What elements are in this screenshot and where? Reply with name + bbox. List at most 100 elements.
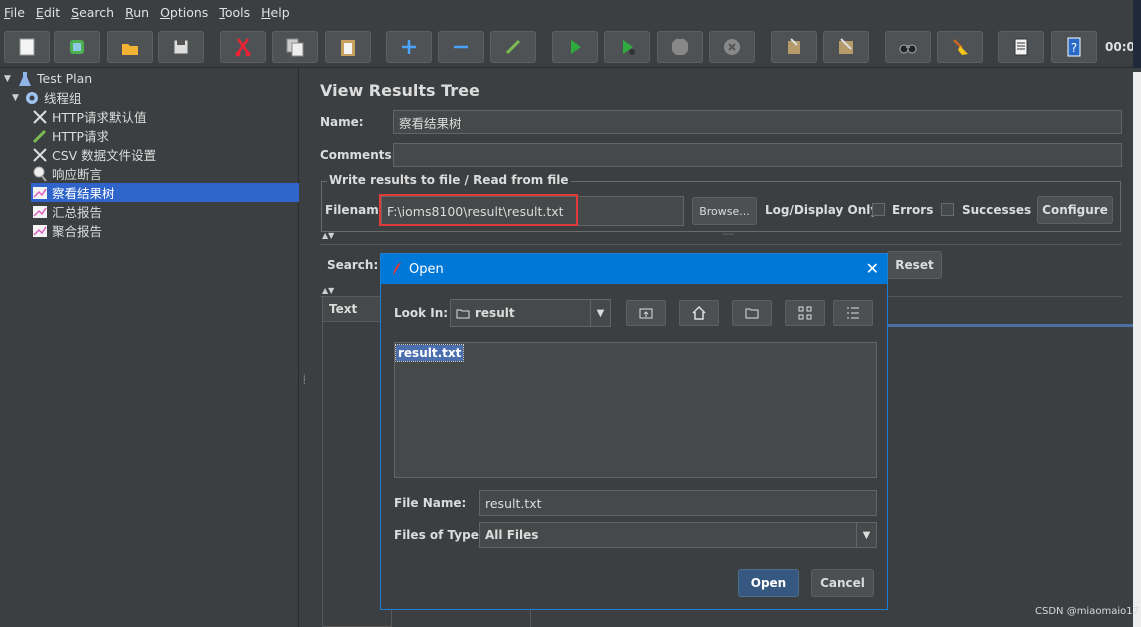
save-button[interactable] [158, 31, 204, 63]
look-in-combo[interactable]: result ▼ [450, 299, 611, 327]
up-folder-button[interactable] [626, 300, 666, 326]
tree-item-label: CSV 数据文件设置 [52, 148, 157, 163]
function-helper-button[interactable] [998, 31, 1044, 63]
paste-icon [341, 40, 355, 56]
successes-label: Successes [962, 203, 1032, 217]
start-button[interactable] [552, 31, 598, 63]
toggle-button[interactable] [490, 31, 536, 63]
filename-label: Filename [325, 203, 387, 217]
cut-button[interactable] [220, 31, 266, 63]
name-field[interactable]: 察看结果树 [393, 110, 1122, 134]
expand-arrow-icon[interactable]: ▼ [4, 74, 14, 84]
reset-button[interactable]: Reset [887, 251, 942, 279]
window-edge [1133, 0, 1141, 72]
reset-search-button[interactable] [937, 31, 983, 63]
new-folder-icon [745, 308, 759, 319]
close-icon[interactable]: ✕ [866, 259, 879, 278]
tree-item-http-request[interactable]: HTTP请求 [31, 126, 109, 145]
start-no-pauses-icon [623, 40, 635, 55]
files-of-type-combo[interactable]: All Files ▼ [479, 522, 877, 548]
templates-icon [70, 40, 84, 54]
split-pane-divider[interactable]: ⁞ ⁞ [300, 68, 310, 627]
group-legend: Write results to file / Read from file [327, 173, 571, 187]
comments-field[interactable] [393, 143, 1122, 167]
cancel-button[interactable]: Cancel [811, 569, 874, 597]
new-folder-button[interactable] [732, 300, 772, 326]
clear-button[interactable] [771, 31, 817, 63]
folder-icon [456, 309, 470, 318]
chevron-down-icon[interactable]: ▼ [590, 300, 610, 326]
tree-item-aggregate-report[interactable]: 聚合报告 [31, 221, 102, 240]
list-view-button[interactable] [785, 300, 825, 326]
expand-arrow-icon[interactable]: ▼ [12, 93, 22, 103]
menu-search[interactable]: Search [71, 5, 114, 20]
cut-icon [235, 38, 251, 57]
drag-handle-icon[interactable]: ⋯⋯ [722, 231, 734, 238]
tree-item-thread-group[interactable]: 线程组 [23, 88, 82, 107]
collapse-icon [454, 45, 468, 49]
stop-button[interactable] [657, 31, 703, 63]
expand-icon [402, 40, 416, 54]
file-name-field[interactable]: result.txt [479, 490, 877, 516]
file-item[interactable]: result.txt [394, 344, 465, 362]
function-helper-icon [1014, 38, 1028, 56]
split-arrows-icon[interactable]: ▲▼ [322, 231, 334, 240]
menu-run[interactable]: Run [125, 5, 149, 20]
look-in-value: result [475, 306, 515, 320]
tree-item-label: 汇总报告 [52, 205, 103, 220]
gear-icon [23, 89, 41, 107]
clear-all-button[interactable] [823, 31, 869, 63]
save-icon [173, 39, 189, 55]
templates-button[interactable] [54, 31, 100, 63]
start-no-pauses-button[interactable] [604, 31, 650, 63]
menu-tools[interactable]: Tools [219, 5, 250, 20]
chevron-down-icon[interactable]: ▼ [856, 523, 876, 547]
tree-item-label: 线程组 [44, 91, 82, 106]
expand-button[interactable] [386, 31, 432, 63]
chart-icon [31, 203, 49, 221]
open-button[interactable]: Open [738, 569, 799, 597]
errors-checkbox[interactable] [872, 203, 885, 216]
split-arrows-icon[interactable]: ▲▼ [322, 286, 334, 295]
tree-item-test-plan[interactable]: Test Plan [16, 69, 92, 88]
collapse-button[interactable] [438, 31, 484, 63]
reset-search-icon [953, 39, 968, 55]
dialog-title-bar: Open ✕ [381, 254, 887, 284]
open-button[interactable] [107, 31, 153, 63]
shutdown-button[interactable] [709, 31, 755, 63]
tree-item-response-assertion[interactable]: 响应断言 [31, 164, 102, 183]
menu-help[interactable]: Help [261, 5, 290, 20]
menu-bar: File Edit Search Run Options Tools Help [0, 0, 1141, 24]
start-icon [571, 40, 581, 54]
test-plan-icon [16, 70, 34, 88]
tree-item-summary-report[interactable]: 汇总报告 [31, 202, 102, 221]
tree-item-http-defaults[interactable]: HTTP请求默认值 [31, 107, 147, 126]
tree-item-csv-data-set[interactable]: CSV 数据文件设置 [31, 145, 156, 164]
log-display-label: Log/Display Only: [765, 203, 883, 217]
search-icon [899, 44, 917, 54]
grip-icon: ⁞ ⁞ [303, 373, 306, 386]
files-of-type-label: Files of Type: [394, 528, 484, 542]
configure-button[interactable]: Configure [1037, 196, 1113, 224]
help-button[interactable]: ? [1051, 31, 1097, 63]
paste-button[interactable] [325, 31, 371, 63]
file-list[interactable]: result.txt [394, 342, 877, 478]
menu-edit[interactable]: Edit [36, 5, 60, 20]
menu-file[interactable]: File [4, 5, 25, 20]
highlight-box [379, 194, 578, 226]
details-view-button[interactable] [833, 300, 873, 326]
copy-button[interactable] [272, 31, 318, 63]
panel-title: View Results Tree [320, 81, 480, 100]
new-button[interactable] [4, 31, 50, 63]
toggle-icon [505, 39, 521, 55]
menu-options[interactable]: Options [160, 5, 208, 20]
home-button[interactable] [679, 300, 719, 326]
dialog-title: Open [409, 261, 444, 277]
jmeter-feather-icon [393, 262, 401, 276]
browse-button[interactable]: Browse... [692, 197, 757, 225]
tree-item-view-results-tree[interactable]: 察看结果树 [31, 183, 299, 202]
tree-item-label: 响应断言 [52, 167, 103, 182]
search-button[interactable] [885, 31, 931, 63]
successes-checkbox[interactable] [941, 203, 954, 216]
help-icon: ? [1067, 37, 1081, 57]
